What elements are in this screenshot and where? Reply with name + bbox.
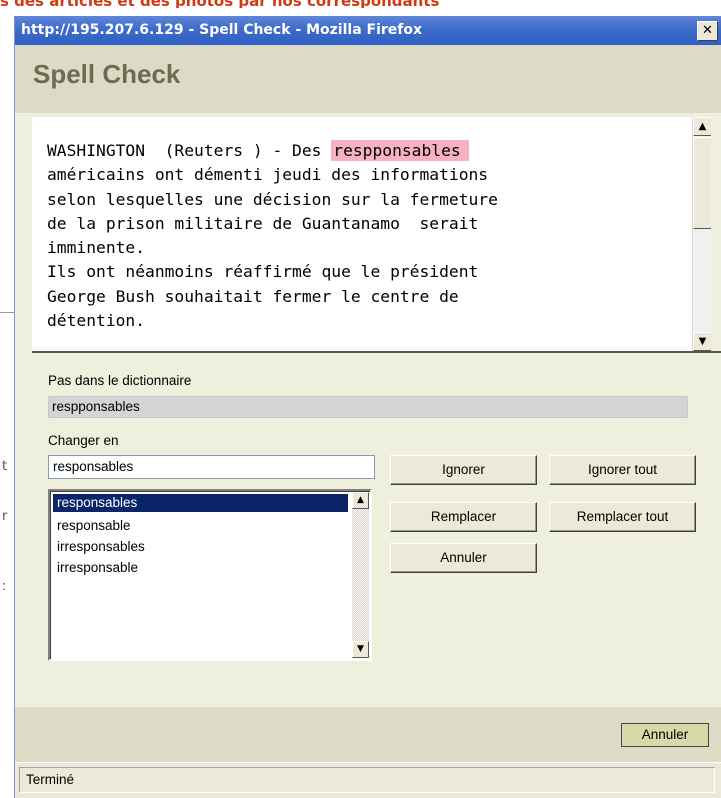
replace-all-button[interactable]: Remplacer tout xyxy=(549,502,696,532)
suggestions-list[interactable]: responsables responsable irresponsables irr… xyxy=(48,489,372,661)
document-text: WASHINGTON (Reuters ) - Des respponsable… xyxy=(47,139,677,333)
ignore-all-button[interactable]: Ignorer tout xyxy=(549,455,696,485)
panel-divider xyxy=(32,351,721,353)
not-in-dictionary-field: respponsables xyxy=(48,396,688,418)
scrollbar-thumb[interactable] xyxy=(693,137,711,229)
scroll-up-icon[interactable]: ▲ xyxy=(693,117,711,136)
status-bar: Terminé xyxy=(15,762,721,798)
undo-button[interactable]: Annuler xyxy=(390,543,537,573)
suggestion-item[interactable]: responsables xyxy=(53,494,348,512)
suggestions-scrollbar[interactable]: ▲ ▼ xyxy=(352,492,369,658)
text-scrollbar[interactable]: ▲ ▼ xyxy=(692,117,711,351)
not-in-dictionary-label: Pas dans le dictionnaire xyxy=(48,373,192,388)
background-page-headline: s des articles et des photos par nos cor… xyxy=(0,0,721,8)
suggestion-item[interactable]: irresponsables xyxy=(53,536,348,557)
header-bar: Spell Check xyxy=(15,45,721,113)
window-titlebar[interactable]: http://195.207.6.129 - Spell Check - Moz… xyxy=(15,16,721,45)
window-title: http://195.207.6.129 - Spell Check - Moz… xyxy=(21,22,423,38)
suggestion-item[interactable]: irresponsable xyxy=(53,557,348,578)
scroll-down-icon[interactable]: ▼ xyxy=(693,332,711,351)
replace-button[interactable]: Remplacer xyxy=(390,502,537,532)
text-before: WASHINGTON (Reuters ) - Des xyxy=(47,141,332,160)
status-text: Terminé xyxy=(19,767,715,793)
footer-bar xyxy=(15,707,721,762)
list-scroll-down-icon[interactable]: ▼ xyxy=(352,641,369,658)
ignore-button[interactable]: Ignorer xyxy=(390,455,537,485)
spell-check-window: http://195.207.6.129 - Spell Check - Moz… xyxy=(14,16,721,798)
background-page-edge: t r : xyxy=(0,16,14,798)
suggestions-items: responsables responsable irresponsables irr… xyxy=(53,494,348,578)
close-icon[interactable]: ✕ xyxy=(697,21,718,41)
document-text-panel[interactable]: WASHINGTON (Reuters ) - Des respponsable… xyxy=(32,117,711,351)
change-to-input[interactable]: responsables xyxy=(48,455,375,479)
change-to-label: Changer en xyxy=(48,433,119,448)
suggestion-item[interactable]: responsable xyxy=(53,515,348,536)
cancel-button[interactable]: Annuler xyxy=(621,723,709,747)
list-scroll-up-icon[interactable]: ▲ xyxy=(352,492,369,509)
text-after: américains ont démenti jeudi des informa… xyxy=(47,165,498,331)
page-title: Spell Check xyxy=(33,59,181,89)
misspelled-word-highlight[interactable]: respponsables xyxy=(331,140,469,161)
